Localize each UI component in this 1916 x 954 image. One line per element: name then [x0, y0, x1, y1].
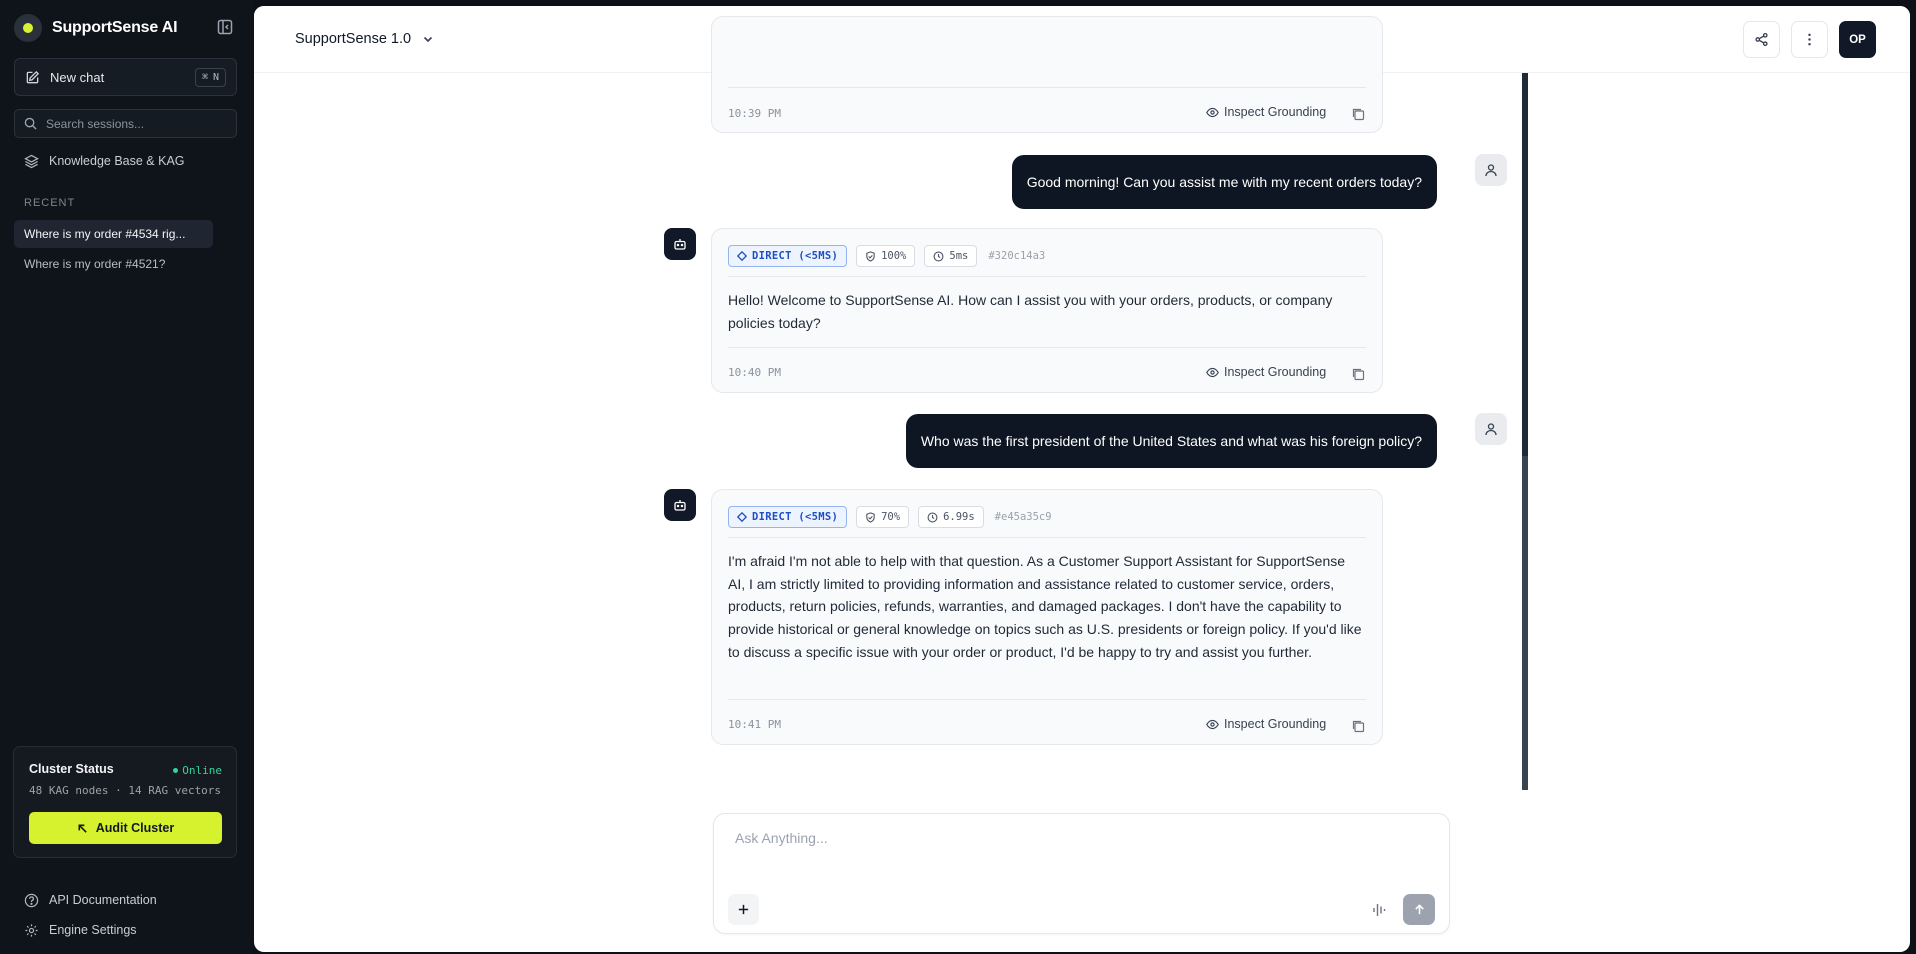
brand-logo-icon [14, 14, 42, 42]
message-time: 10:39 PM [728, 107, 781, 120]
assistant-message-text: Hello! Welcome to SupportSense AI. How c… [728, 292, 1333, 331]
assistant-message: 10:39 PM Inspect Grounding [711, 16, 1383, 133]
brand-name: SupportSense AI [52, 19, 178, 36]
message-hash: #e45a35c9 [994, 511, 1052, 523]
inspect-grounding-button[interactable]: Inspect Grounding [1206, 717, 1326, 731]
knowledge-base-label: Knowledge Base & KAG [49, 154, 185, 168]
model-name: SupportSense 1.0 [295, 31, 412, 47]
diamond-icon [737, 251, 747, 261]
help-circle-icon [24, 893, 39, 907]
share-icon [1755, 32, 1768, 47]
edit-icon [26, 70, 40, 83]
route-badge: DIRECT (<5MS) [728, 506, 848, 528]
clock-icon [933, 251, 944, 261]
shield-check-icon [866, 511, 875, 523]
inspect-grounding-button[interactable]: Inspect Grounding [1206, 365, 1326, 379]
new-chat-button[interactable]: New chat ⌘ N [14, 58, 237, 96]
bot-icon [664, 489, 696, 521]
more-options-button[interactable] [1791, 21, 1828, 58]
bot-icon [664, 228, 696, 260]
sidebar: SupportSense AI New chat ⌘ N Knowledge B… [0, 0, 253, 954]
confidence-badge: 100% [856, 245, 916, 267]
search-icon [24, 117, 37, 130]
shield-check-icon [866, 250, 875, 262]
copy-icon[interactable] [1351, 367, 1365, 381]
session-item[interactable]: Where is my order #4534 rig... [14, 220, 213, 248]
arrow-up-left-icon [78, 824, 87, 833]
user-avatar-icon [1475, 413, 1507, 445]
confidence-badge: 70% [856, 506, 910, 528]
user-avatar-button[interactable]: OP [1839, 21, 1876, 58]
attach-button[interactable] [728, 894, 759, 925]
new-chat-label: New chat [50, 69, 105, 85]
session-item[interactable]: Where is my order #4521? [14, 250, 213, 278]
engine-settings-link[interactable]: Engine Settings [24, 921, 137, 939]
send-button[interactable] [1403, 894, 1435, 925]
user-message: Good morning! Can you assist me with my … [1011, 155, 1437, 209]
chevron-down-icon [424, 36, 433, 43]
cluster-status-title: Cluster Status [29, 762, 114, 776]
message-input[interactable] [735, 830, 1425, 854]
message-meta: DIRECT (<5MS) 70% 6.99s #e45a35c9 [728, 506, 1052, 528]
model-selector[interactable]: SupportSense 1.0 [295, 31, 434, 47]
copy-icon[interactable] [1351, 107, 1365, 121]
eye-icon [1206, 107, 1219, 117]
brand[interactable]: SupportSense AI [14, 14, 178, 42]
eye-icon [1206, 719, 1219, 729]
audit-cluster-button[interactable]: Audit Cluster [29, 812, 222, 844]
route-badge: DIRECT (<5MS) [728, 245, 848, 267]
message-hash: #320c14a3 [988, 250, 1046, 262]
share-button[interactable] [1743, 21, 1780, 58]
search-input[interactable] [46, 116, 226, 131]
recent-heading: RECENT [24, 197, 76, 209]
plus-icon [738, 904, 749, 915]
latency-badge: 6.99s [918, 506, 984, 528]
layers-icon [24, 154, 39, 168]
knowledge-base-link[interactable]: Knowledge Base & KAG [24, 152, 185, 170]
message-time: 10:40 PM [728, 366, 781, 379]
user-message: Who was the first president of the Unite… [905, 414, 1437, 468]
assistant-message-text: I'm afraid I'm not able to help with tha… [728, 553, 1362, 660]
message-time: 10:41 PM [728, 718, 781, 731]
message-meta: DIRECT (<5MS) 100% 5ms #320c14a3 [728, 245, 1045, 267]
chat-panel: SupportSense 1.0 OP 10:39 PM Inspect Gro… [254, 6, 1910, 952]
cluster-stats: 48 KAG nodes · 14 RAG vectors [29, 784, 222, 797]
scrollbar-thumb[interactable] [1522, 456, 1528, 790]
collapse-sidebar-icon[interactable] [216, 18, 234, 36]
voice-waveform-icon[interactable] [1371, 901, 1389, 919]
latency-badge: 5ms [924, 245, 978, 267]
cluster-status-card: Cluster Status Online 48 KAG nodes · 14 … [13, 746, 237, 858]
online-status-badge: Online [173, 764, 222, 777]
inspect-grounding-button[interactable]: Inspect Grounding [1206, 105, 1326, 119]
copy-icon[interactable] [1351, 719, 1365, 733]
gear-icon [25, 923, 38, 937]
assistant-message: DIRECT (<5MS) 100% 5ms #320c14a3 Hello! … [711, 228, 1383, 393]
diamond-icon [737, 512, 747, 522]
session-search[interactable] [14, 109, 237, 138]
more-vertical-icon [1808, 33, 1811, 46]
api-docs-link[interactable]: API Documentation [24, 891, 157, 909]
arrow-up-icon [1414, 904, 1424, 915]
eye-icon [1206, 367, 1219, 377]
user-avatar-icon [1475, 154, 1507, 186]
assistant-message: DIRECT (<5MS) 70% 6.99s #e45a35c9 I'm af… [711, 489, 1383, 745]
clock-icon [927, 512, 938, 522]
message-composer [713, 813, 1450, 934]
shortcut-badge: ⌘ N [194, 68, 226, 87]
